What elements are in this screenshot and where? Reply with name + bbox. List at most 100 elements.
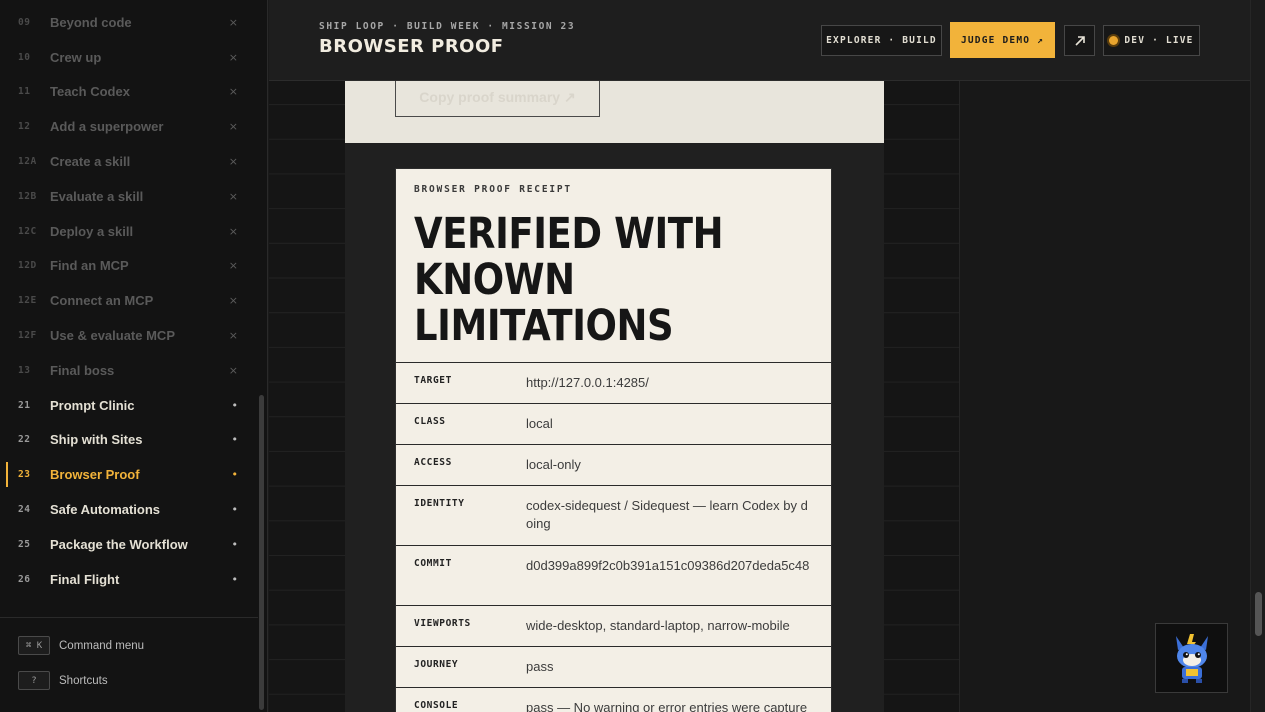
- row-key: CONSOLE: [414, 700, 459, 711]
- locked-x-icon: ×: [228, 363, 238, 377]
- sidebar-item-use-evaluate-mcp[interactable]: 12F Use & evaluate MCP ×: [0, 318, 258, 353]
- mission-label: Safe Automations: [50, 502, 161, 518]
- scrollbar-thumb[interactable]: [1255, 592, 1262, 636]
- table-row: CONSOLE pass — No warning or error entrie…: [396, 687, 831, 712]
- sidebar-item-add-a-superpower[interactable]: 12 Add a superpower ×: [0, 109, 258, 144]
- mode-toggle-button[interactable]: EXPLORER · BUILD: [821, 25, 942, 56]
- mission-label: Package the Workflow: [50, 536, 188, 552]
- sidebar-item-package-the-workflow[interactable]: 25 Package the Workflow •: [0, 527, 258, 562]
- mascot-avatar[interactable]: [1155, 623, 1228, 693]
- row-key: JOURNEY: [414, 659, 459, 670]
- row-value: http://127.0.0.1:4285/: [526, 375, 649, 390]
- mission-label: Prompt Clinic: [50, 397, 135, 413]
- receipt-eyebrow: BROWSER PROOF RECEIPT: [414, 184, 572, 195]
- locked-x-icon: ×: [228, 15, 238, 29]
- keycap: ⌘ K: [18, 636, 50, 655]
- mission-number: 12A: [18, 156, 37, 168]
- table-row: ACCESS local-only: [396, 444, 831, 485]
- shortcut-label: Shortcuts: [59, 674, 108, 687]
- locked-x-icon: ×: [228, 120, 238, 134]
- sidebar: 09 Beyond code × 10 Crew up × 11 Teach Codex ×…: [0, 0, 268, 712]
- row-value: local-only: [526, 457, 581, 472]
- sidebar-item-safe-automations[interactable]: 24 Safe Automations •: [0, 492, 258, 527]
- locked-x-icon: ×: [228, 294, 238, 308]
- mission-label: Crew up: [50, 49, 102, 65]
- mission-number: 23: [18, 469, 31, 481]
- table-row: IDENTITY codex-sidequest / Sidequest — le…: [396, 485, 831, 545]
- status-dot-icon: •: [231, 537, 239, 551]
- proof-receipt: BROWSER PROOF RECEIPT VERIFIED WITH KNOW…: [395, 168, 832, 712]
- table-row: TARGET http://127.0.0.1:4285/: [396, 362, 831, 403]
- sidebar-item-create-a-skill[interactable]: 12A Create a skill ×: [0, 144, 258, 179]
- mission-number: 12C: [18, 225, 37, 237]
- copy-panel: Copy proof summary ↗: [345, 77, 884, 143]
- mission-number: 21: [18, 399, 31, 411]
- mission-number: 12E: [18, 295, 37, 307]
- window-scrollbar[interactable]: [1250, 0, 1265, 712]
- status-dot-icon: •: [231, 433, 239, 447]
- locked-x-icon: ×: [228, 329, 238, 343]
- row-value: wide-desktop, standard-laptop, narrow-mo…: [526, 618, 790, 633]
- mission-number: 10: [18, 51, 31, 63]
- mission-label: Find an MCP: [50, 258, 129, 274]
- mission-label: Final boss: [50, 362, 115, 378]
- row-key: ACCESS: [414, 457, 452, 468]
- mission-label: Browser Proof: [50, 467, 140, 483]
- sidebar-item-deploy-a-skill[interactable]: 12C Deploy a skill ×: [0, 214, 258, 249]
- row-value: pass — No warning or error entries were …: [526, 700, 808, 712]
- mission-label: Beyond code: [50, 14, 132, 30]
- command-menu-shortcut[interactable]: ⌘ K Command menu: [18, 636, 144, 655]
- row-value: d0d399a899f2c0b391a151c09386d207deda5c48: [526, 558, 810, 573]
- sidebar-item-final-boss[interactable]: 13 Final boss ×: [0, 353, 258, 388]
- sidebar-item-evaluate-a-skill[interactable]: 12B Evaluate a skill ×: [0, 179, 258, 214]
- sidebar-item-final-flight[interactable]: 26 Final Flight •: [0, 562, 258, 597]
- copy-proof-summary-button[interactable]: Copy proof summary ↗: [395, 77, 600, 117]
- open-external-button[interactable]: [1064, 25, 1095, 56]
- locked-x-icon: ×: [228, 50, 238, 64]
- table-row: COMMIT d0d399a899f2c0b391a151c09386d207de…: [396, 545, 831, 605]
- mission-number: 12D: [18, 260, 37, 272]
- row-key: CLASS: [414, 416, 446, 427]
- locked-x-icon: ×: [228, 224, 238, 238]
- mission-number: 11: [18, 86, 31, 98]
- sidebar-footer: ⌘ K Command menu ? Shortcuts: [0, 617, 258, 712]
- sidebar-item-prompt-clinic[interactable]: 21 Prompt Clinic •: [0, 388, 258, 423]
- sidebar-item-find-an-mcp[interactable]: 12D Find an MCP ×: [0, 249, 258, 284]
- keycap: ?: [18, 671, 50, 690]
- receipt-table: TARGET http://127.0.0.1:4285/ CLASS local …: [396, 362, 831, 712]
- row-value: pass: [526, 659, 554, 674]
- mission-label: Final Flight: [50, 571, 120, 587]
- status-label: DEV · LIVE: [1124, 35, 1194, 46]
- row-key: VIEWPORTS: [414, 618, 471, 629]
- arrow-up-right-icon: [1074, 35, 1085, 46]
- mission-nav: 09 Beyond code × 10 Crew up × 11 Teach Codex ×…: [0, 5, 258, 597]
- row-key: COMMIT: [414, 558, 452, 569]
- sidebar-item-connect-an-mcp[interactable]: 12E Connect an MCP ×: [0, 283, 258, 318]
- mission-label: Ship with Sites: [50, 432, 143, 448]
- row-key: TARGET: [414, 375, 452, 386]
- shortcut-label: Command menu: [59, 639, 145, 652]
- sidebar-item-browser-proof[interactable]: 23 Browser Proof •: [0, 457, 258, 492]
- mission-label: Teach Codex: [50, 84, 130, 100]
- top-header: SHIP LOOP · BUILD WEEK · MISSION 23 BROW…: [269, 0, 1250, 81]
- judge-demo-button[interactable]: JUDGE DEMO ↗: [950, 22, 1055, 58]
- mission-number: 22: [18, 434, 31, 446]
- row-value: local: [526, 416, 553, 431]
- sidebar-item-crew-up[interactable]: 10 Crew up ×: [0, 40, 258, 75]
- sidebar-item-beyond-code[interactable]: 09 Beyond code ×: [0, 5, 258, 40]
- sidebar-item-ship-with-sites[interactable]: 22 Ship with Sites •: [0, 423, 258, 458]
- receipt-title: VERIFIED WITH KNOWN LIMITATIONS: [414, 209, 724, 351]
- mission-label: Use & evaluate MCP: [50, 328, 175, 344]
- shortcuts-shortcut[interactable]: ? Shortcuts: [18, 671, 108, 690]
- status-dot-icon: •: [231, 468, 239, 482]
- sidebar-item-teach-codex[interactable]: 11 Teach Codex ×: [0, 75, 258, 110]
- locked-x-icon: ×: [228, 259, 238, 273]
- mission-number: 12F: [18, 330, 37, 342]
- page-title: BROWSER PROOF: [319, 36, 504, 57]
- environment-status: DEV · LIVE: [1103, 25, 1200, 56]
- mission-number: 12B: [18, 190, 37, 202]
- mission-label: Add a superpower: [50, 119, 164, 135]
- row-value: codex-sidequest / Sidequest — learn Code…: [526, 498, 808, 531]
- live-dot-icon: [1109, 36, 1119, 45]
- sidebar-scrollbar[interactable]: [259, 395, 264, 710]
